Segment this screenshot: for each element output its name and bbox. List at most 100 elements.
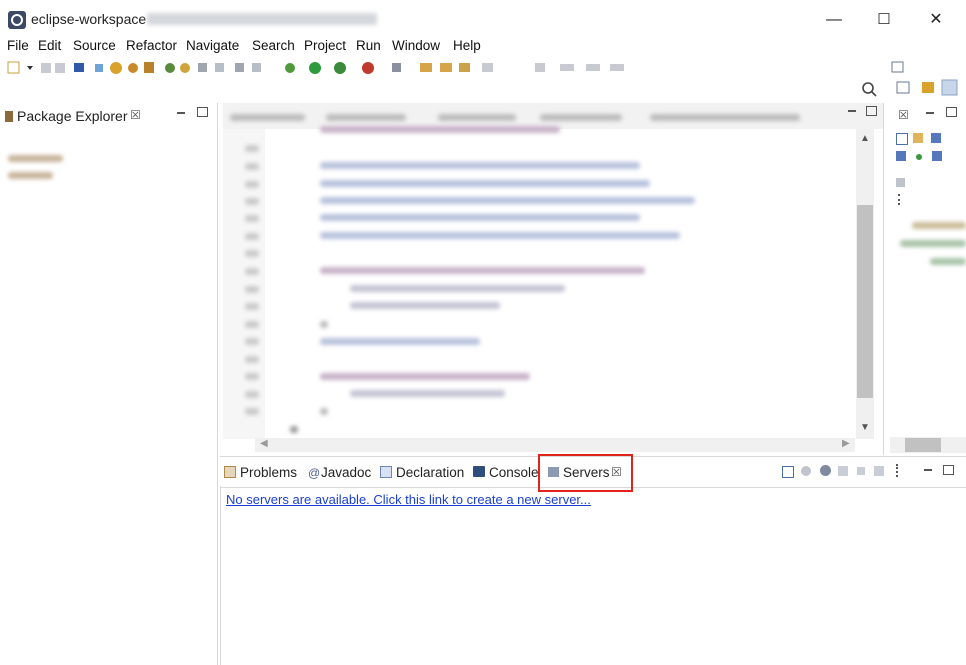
perspective-open-icon: [896, 81, 910, 94]
menu-window[interactable]: Window: [392, 38, 440, 53]
create-new-server-link[interactable]: No servers are available. Click this lin…: [226, 492, 591, 507]
hide-fields-icon[interactable]: [931, 133, 941, 143]
right-divider[interactable]: [883, 103, 884, 455]
at-icon: @: [308, 466, 321, 480]
outline-scroll-thumb[interactable]: [905, 438, 941, 452]
blurred-outline-item[interactable]: [912, 222, 966, 229]
coverage-icon: [362, 62, 374, 74]
external-tools-icon: [392, 63, 401, 72]
debug-server-icon[interactable]: [801, 466, 811, 476]
debug-icon: [110, 62, 122, 74]
blurred-editor-tab[interactable]: [650, 114, 800, 121]
skip-breakpoints-icon: [95, 64, 103, 72]
pencil-icon: [459, 63, 470, 72]
minimize-button[interactable]: —: [812, 6, 856, 34]
toolbar-icons: [7, 61, 958, 97]
menu-edit[interactable]: Edit: [38, 38, 61, 53]
blurred-tree-item[interactable]: [8, 155, 63, 162]
outline-minimize-icon[interactable]: [926, 112, 934, 114]
annotation-icon: [235, 63, 244, 72]
publish-server-icon[interactable]: [874, 466, 884, 476]
collapse-outline-icon[interactable]: [896, 133, 908, 145]
package-explorer-tree[interactable]: [0, 129, 217, 665]
start-server-icon[interactable]: [820, 465, 831, 476]
minimize-view-icon[interactable]: [177, 112, 185, 114]
menu-project[interactable]: Project: [304, 38, 346, 53]
blurred-editor-tab[interactable]: [540, 114, 622, 121]
maximize-view-icon[interactable]: [197, 107, 208, 117]
blurred-tree-item[interactable]: [8, 172, 53, 179]
menu-navigate[interactable]: Navigate: [186, 38, 239, 53]
hide-static-icon[interactable]: [896, 151, 906, 161]
editor-maximize-icon[interactable]: [866, 106, 877, 116]
scroll-left-icon[interactable]: ◀: [260, 438, 268, 449]
tab-problems[interactable]: Problems: [240, 465, 297, 480]
main-toolbar: [0, 58, 966, 102]
eclipse-app-icon: [8, 11, 26, 29]
servers-view-menu-icon[interactable]: [896, 464, 901, 477]
left-divider[interactable]: [217, 103, 218, 665]
menu-search[interactable]: Search: [252, 38, 295, 53]
editor-horizontal-scrollbar[interactable]: [255, 438, 855, 452]
new-icon: [7, 61, 33, 74]
scroll-down-icon[interactable]: ▼: [860, 422, 870, 433]
open-type-icon: [198, 63, 207, 72]
scroll-up-icon[interactable]: ▲: [860, 133, 870, 144]
package-explorer-close-icon[interactable]: ☒: [130, 108, 141, 122]
blurred-outline-item[interactable]: [900, 240, 966, 247]
hide-local-icon[interactable]: [932, 151, 942, 161]
hide-nonpublic-icon[interactable]: [916, 154, 922, 160]
blurred-editor-tab[interactable]: [230, 114, 305, 121]
run-alt-icon: [334, 62, 346, 74]
sort-icon[interactable]: [913, 133, 923, 143]
tasks-icon: [285, 63, 295, 73]
blurred-editor-tab[interactable]: [326, 114, 406, 121]
console-icon: [473, 466, 485, 477]
servers-tab-highlight: [538, 454, 633, 492]
menu-refactor[interactable]: Refactor: [126, 38, 177, 53]
run-last-icon: [180, 63, 190, 73]
problems-icon: [224, 466, 236, 478]
menu-help[interactable]: Help: [453, 38, 481, 53]
menu-source[interactable]: Source: [73, 38, 116, 53]
search-icon: [862, 82, 877, 97]
package-explorer-title[interactable]: Package Explorer: [17, 108, 128, 124]
close-button[interactable]: ✕: [914, 6, 958, 34]
blurred-outline-item[interactable]: [930, 258, 966, 265]
menu-file[interactable]: File: [7, 38, 29, 53]
outline-filter-icon[interactable]: [896, 178, 905, 187]
new-java-project-icon: [144, 62, 154, 73]
new-package-icon: [165, 63, 175, 73]
open-folder-alt-icon: [440, 63, 452, 72]
profile-server-icon[interactable]: [838, 466, 848, 476]
blurred-editor-tab[interactable]: [438, 114, 516, 121]
editor-scroll-thumb[interactable]: [857, 205, 873, 398]
menu-run[interactable]: Run: [356, 38, 381, 53]
last-edit-icon: [535, 63, 545, 72]
scroll-right-icon[interactable]: ▶: [842, 438, 850, 449]
stop-server-icon[interactable]: [857, 467, 865, 475]
tab-javadoc[interactable]: Javadoc: [321, 465, 371, 480]
outline-view-menu-icon[interactable]: [898, 194, 903, 205]
servers-maximize-icon[interactable]: [943, 465, 954, 475]
search-toolbar-icon: [215, 63, 224, 72]
window-title-blurred-path: [147, 13, 377, 25]
open-folder-icon: [420, 63, 432, 72]
editor-minimize-icon[interactable]: [848, 110, 856, 112]
save-icon: [41, 63, 51, 73]
servers-minimize-icon[interactable]: [924, 469, 932, 471]
prev-annotation-icon: [482, 63, 493, 72]
run-icon: [309, 62, 321, 74]
window-title: eclipse-workspace -: [31, 11, 155, 27]
outline-close-icon[interactable]: ☒: [898, 108, 909, 122]
debug-perspective-icon: [941, 79, 958, 96]
terminal-icon: [74, 63, 84, 72]
back-icon: [560, 64, 574, 71]
declaration-icon: [380, 466, 392, 478]
outline-maximize-icon[interactable]: [946, 107, 957, 117]
tab-console[interactable]: Console: [489, 465, 539, 480]
maximize-button[interactable]: ☐: [862, 6, 906, 34]
tab-declaration[interactable]: Declaration: [396, 465, 464, 480]
collapse-servers-icon[interactable]: [782, 466, 794, 478]
java-perspective-icon: [922, 82, 934, 93]
